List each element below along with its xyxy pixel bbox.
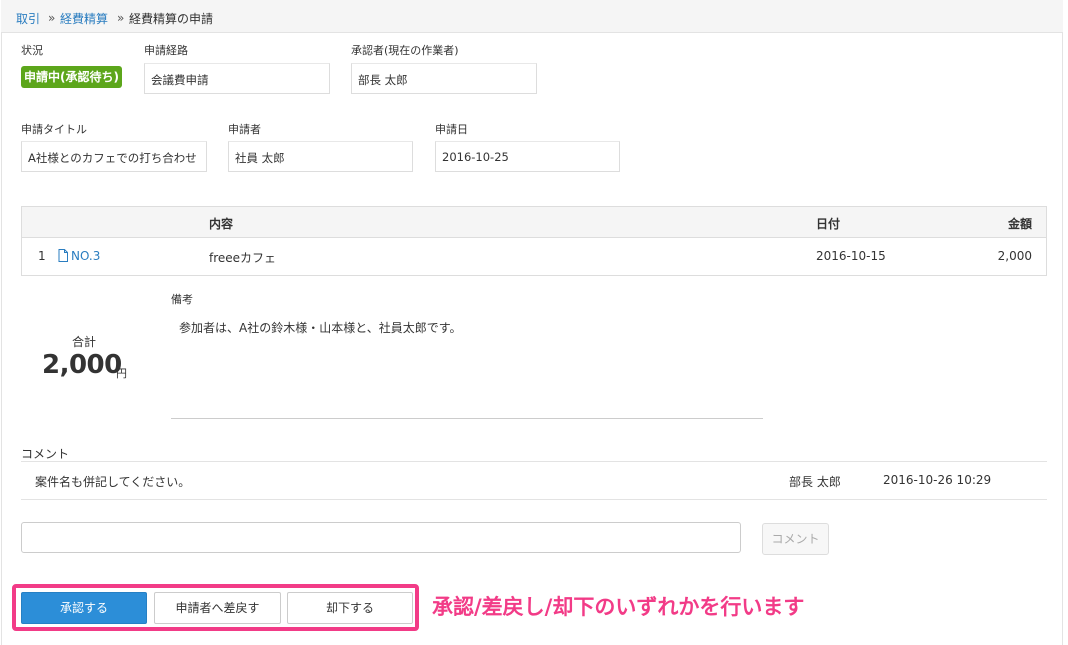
comment-submit-button[interactable]: コメント (762, 523, 829, 555)
row-content: freeeカフェ (209, 251, 277, 265)
title-label: 申請タイトル (21, 123, 87, 136)
breadcrumb: 取引 » 経費精算 » 経費精算の申請 (1, 0, 1063, 33)
approver-field: 部長 太郎 (351, 63, 537, 94)
breadcrumb-current: 経費精算の申請 (129, 12, 214, 26)
breadcrumb-link-expenses[interactable]: 経費精算 (60, 10, 108, 27)
total-value: 2,000 (42, 350, 122, 380)
row-date: 2016-10-15 (816, 249, 886, 263)
header-date: 日付 (816, 217, 841, 231)
divider (21, 461, 1047, 462)
receipt-link[interactable]: NO.3 (58, 249, 100, 263)
date-label: 申請日 (435, 123, 468, 136)
title-field: A社様とのカフェでの打ち合わせ (21, 141, 207, 172)
status-label: 状況 (21, 44, 43, 57)
comment-input[interactable] (21, 522, 741, 553)
route-field: 会議費申請 (144, 63, 330, 94)
breadcrumb-separator: » (117, 11, 125, 25)
document-icon (58, 249, 68, 262)
notes-label: 備考 (171, 293, 193, 306)
divider (21, 499, 1047, 500)
return-to-applicant-button[interactable]: 申請者へ差戻す (154, 592, 281, 624)
breadcrumb-separator: » (48, 11, 56, 25)
approver-label: 承認者(現在の作業者) (351, 44, 459, 57)
date-field: 2016-10-25 (435, 141, 620, 172)
annotation-callout: 承認/差戻し/却下のいずれかを行います (432, 595, 805, 619)
applicant-field: 社員 太郎 (228, 141, 413, 172)
approve-button[interactable]: 承認する (21, 592, 147, 624)
applicant-label: 申請者 (228, 123, 261, 136)
notes-divider (171, 418, 763, 419)
header-amount: 金額 (1007, 217, 1032, 231)
breadcrumb-link-transactions[interactable]: 取引 (16, 10, 40, 27)
expense-table: 内容 日付 金額 1 NO.3 freeeカフェ 2016-10-15 2,00… (21, 206, 1047, 276)
route-label: 申請経路 (144, 44, 188, 57)
status-badge: 申請中(承認待ち) (21, 66, 122, 88)
comment-text: 案件名も併記してください。 (35, 475, 191, 489)
row-amount: 2,000 (997, 249, 1032, 263)
table-header: 内容 日付 金額 (22, 207, 1046, 238)
comment-datetime: 2016-10-26 10:29 (883, 473, 992, 487)
total-unit: 円 (116, 367, 127, 380)
row-number: 1 (38, 249, 46, 263)
comments-label: コメント (21, 447, 70, 461)
header-content: 内容 (209, 217, 234, 231)
notes-text: 参加者は、A社の鈴木様・山本様と、社員太郎です。 (179, 321, 462, 335)
reject-button[interactable]: 却下する (287, 592, 413, 624)
total-label: 合計 (72, 335, 97, 349)
comment-author: 部長 太郎 (789, 475, 841, 489)
receipt-number: NO.3 (71, 249, 101, 263)
